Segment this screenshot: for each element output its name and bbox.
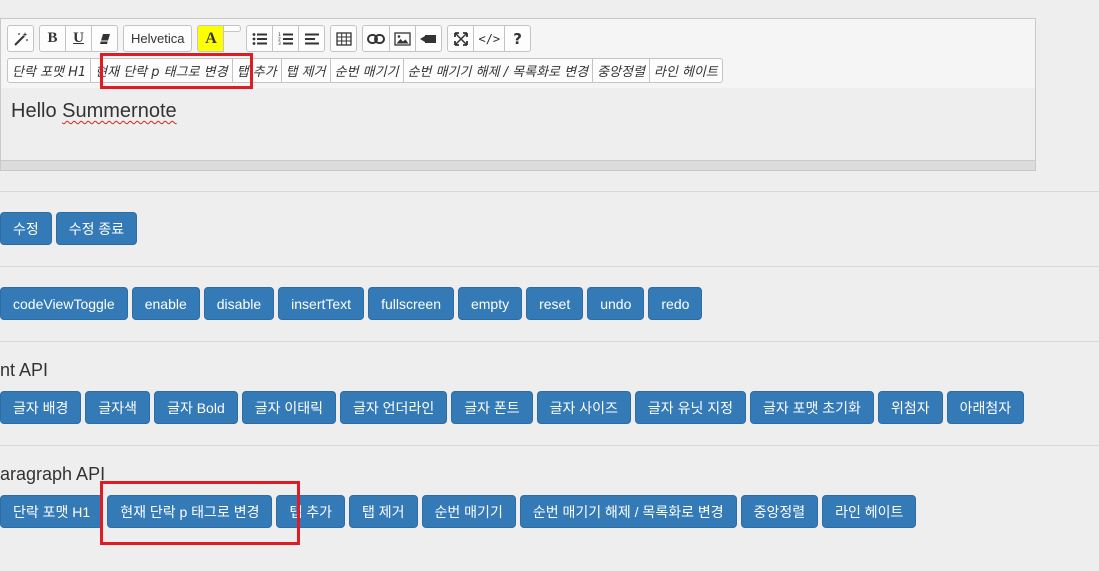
api-button-8[interactable]: undo	[587, 287, 645, 320]
codeview-button[interactable]: </>	[473, 25, 506, 52]
font-name-dropdown[interactable]: Helvetica	[123, 25, 193, 52]
content-text: Hello	[11, 100, 63, 122]
toolbar-custom-button-1[interactable]: 단락 포맷 H1	[7, 58, 92, 83]
paragraph-api-button-4[interactable]: 탭 제거	[349, 495, 418, 528]
svg-text:3: 3	[278, 41, 281, 46]
unordered-list-icon	[252, 32, 268, 46]
content-word: Summernote	[62, 100, 177, 122]
api-button-3[interactable]: disable	[203, 287, 275, 320]
table-button[interactable]	[330, 25, 358, 52]
api-button-5[interactable]: fullscreen	[368, 287, 454, 320]
underline-button[interactable]: U	[65, 25, 92, 52]
api-button-6[interactable]: empty	[457, 287, 523, 320]
toolbar-custom-button-5[interactable]: 순번 매기기	[329, 58, 404, 83]
paragraph-group: 123	[246, 25, 326, 52]
color-dropdown-toggle[interactable]	[223, 25, 242, 32]
font-style-group: B U	[39, 25, 118, 52]
font-api-button-3[interactable]: 글자 Bold	[154, 391, 238, 424]
toolbar-row-main: B U Helvetica A 1 2 3 </> ?	[7, 25, 536, 52]
toolbar-custom-button-2[interactable]: 현재 단락 p 태그로 변경	[90, 58, 233, 83]
codeview-icon: </>	[478, 31, 501, 46]
edit-button-row: 수정 수정 종료	[0, 212, 141, 245]
link-icon	[367, 33, 386, 45]
bold-button[interactable]: B	[39, 25, 66, 52]
divider	[0, 341, 1099, 342]
editor-resize-bar[interactable]	[1, 160, 1035, 170]
underline-label: U	[73, 30, 84, 46]
toolbar-custom-button-7[interactable]: 중앙정렬	[592, 58, 650, 83]
help-icon: ?	[513, 29, 522, 48]
table-group	[330, 25, 358, 52]
font-api-button-9[interactable]: 글자 포맷 초기화	[749, 391, 874, 424]
font-name-label: Helvetica	[131, 31, 185, 46]
paragraph-api-button-3[interactable]: 탭 추가	[276, 495, 345, 528]
eraser-icon	[98, 32, 112, 46]
font-api-button-2[interactable]: 글자색	[85, 391, 151, 424]
paragraph-button-row: 단락 포맷 H1 현재 단락 p 태그로 변경 탭 추가 탭 제거 순번 매기기 순번 매…	[0, 495, 920, 528]
insert-group	[362, 25, 443, 52]
edit-button-1[interactable]: 수정	[0, 212, 52, 245]
paragraph-api-button-2[interactable]: 현재 단락 p 태그로 변경	[107, 495, 273, 528]
fullscreen-button[interactable]	[447, 25, 475, 52]
paragraph-api-button-8[interactable]: 라인 헤이트	[822, 495, 917, 528]
font-name-group: Helvetica	[123, 25, 193, 52]
api-button-2[interactable]: enable	[131, 287, 200, 320]
view-group: </> ?	[447, 25, 532, 52]
font-api-button-10[interactable]: 위첨자	[877, 391, 943, 424]
bold-label: B	[47, 30, 58, 46]
style-button[interactable]	[7, 25, 34, 52]
toolbar-custom-button-3[interactable]: 탭 추가	[231, 58, 282, 83]
toolbar-custom-button-6[interactable]: 순번 매기기 해제 / 목록화로 변경	[402, 58, 594, 83]
font-api-button-1[interactable]: 글자 배경	[0, 391, 82, 424]
style-group	[7, 25, 34, 52]
font-api-button-6[interactable]: 글자 폰트	[451, 391, 533, 424]
font-api-title: nt API	[0, 360, 49, 380]
toolbar-custom-button-8[interactable]: 라인 헤이트	[648, 58, 723, 83]
api-button-4[interactable]: insertText	[278, 287, 365, 320]
ordered-list-button[interactable]: 123	[272, 25, 300, 52]
divider	[0, 445, 1099, 446]
font-color-icon: A	[205, 29, 217, 47]
font-api-button-11[interactable]: 아래첨자	[946, 391, 1025, 424]
paragraph-api-button-6[interactable]: 순번 매기기 해제 / 목록화로 변경	[519, 495, 737, 528]
video-icon	[420, 33, 437, 45]
link-button[interactable]	[362, 25, 391, 52]
divider	[0, 191, 1099, 192]
font-api-button-5[interactable]: 글자 언더라인	[340, 391, 448, 424]
table-icon	[336, 31, 352, 46]
font-api-button-4[interactable]: 글자 이태릭	[241, 391, 337, 424]
unordered-list-button[interactable]	[246, 25, 274, 52]
font-api-button-7[interactable]: 글자 사이즈	[536, 391, 631, 424]
align-left-icon	[304, 32, 320, 46]
font-api-button-8[interactable]: 글자 유닛 지정	[634, 391, 746, 424]
font-button-row: 글자 배경 글자색 글자 Bold 글자 이태릭 글자 언더라인 글자 폰트 글자 사이즈 글…	[0, 391, 1028, 424]
paragraph-api-button-7[interactable]: 중앙정렬	[740, 495, 819, 528]
edit-button-2[interactable]: 수정 종료	[55, 212, 138, 245]
toolbar-custom-button-4[interactable]: 탭 제거	[280, 58, 331, 83]
editor-toolbar: B U Helvetica A 1 2 3 </> ? 단락 포맷 H1 현재 …	[1, 19, 1035, 88]
api-button-1[interactable]: codeViewToggle	[0, 287, 128, 320]
fullscreen-icon	[454, 31, 468, 46]
magic-wand-icon	[13, 31, 29, 47]
ordered-list-icon: 123	[278, 32, 294, 46]
color-group: A	[197, 25, 242, 52]
api-button-7[interactable]: reset	[526, 287, 584, 320]
help-button[interactable]: ?	[504, 25, 532, 52]
video-button[interactable]	[415, 25, 443, 52]
clear-format-button[interactable]	[91, 25, 118, 52]
api-button-row: codeViewToggle enable disable insertText ful…	[0, 287, 706, 320]
picture-button[interactable]	[389, 25, 417, 52]
editor-content[interactable]: Hello Summernote	[1, 88, 1035, 160]
picture-icon	[394, 31, 412, 46]
paragraph-api-button-1[interactable]: 단락 포맷 H1	[0, 495, 104, 528]
summernote-editor: B U Helvetica A 1 2 3 </> ? 단락 포맷 H1 현재 …	[0, 18, 1036, 171]
api-button-9[interactable]: redo	[648, 287, 703, 320]
recent-color-button[interactable]: A	[197, 25, 225, 52]
toolbar-row-custom: 단락 포맷 H1 현재 단락 p 태그로 변경 탭 추가 탭 제거 순번 매기기 순번 매…	[7, 58, 723, 83]
paragraph-api-title: aragraph API	[0, 464, 106, 484]
divider	[0, 266, 1099, 267]
paragraph-align-button[interactable]	[298, 25, 326, 52]
paragraph-api-button-5[interactable]: 순번 매기기	[421, 495, 516, 528]
